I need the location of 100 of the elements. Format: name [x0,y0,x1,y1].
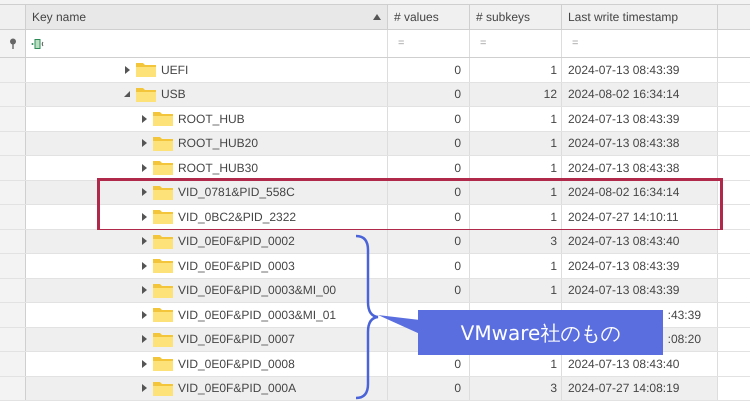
expand-arrow-icon[interactable] [141,212,148,221]
timestamp: :08:20 [668,331,701,348]
table-row[interactable]: ROOT_HUB 0 1 2024-07-13 08:43:39 [0,107,750,132]
expand-arrow-icon[interactable] [141,139,148,148]
timestamp: 2024-08-02 16:34:14 [568,184,680,202]
values-count: 0 [454,233,461,250]
timestamp: 2024-07-13 08:43:40 [568,356,680,373]
subkeys-count: 1 [550,208,557,226]
table-row[interactable]: USB 0 12 2024-08-02 16:34:14 [0,82,750,107]
subkeys-count: 12 [544,86,557,104]
folder-icon [152,330,174,348]
folder-icon [152,282,174,299]
expand-arrow-icon[interactable] [141,360,148,368]
sort-ascending-icon [373,14,381,20]
table-row[interactable]: ROOT_HUB30 0 1 2024-07-13 08:43:38 [0,156,750,180]
subkeys-count: 1 [550,160,557,177]
subkeys-count: 1 [550,62,557,79]
subkeys-count: 1 [550,282,557,300]
timestamp: 2024-07-13 08:43:39 [568,258,680,275]
expand-arrow-icon[interactable] [141,335,148,344]
timestamp: 2024-07-13 08:43:39 [568,110,680,128]
folder-icon [152,306,174,324]
table-row[interactable]: VID_0E0F&PID_0008 0 1 2024-07-13 08:43:40 [0,352,750,376]
key-name[interactable]: ROOT_HUB20 [178,134,258,152]
values-count: 0 [454,135,461,152]
folder-icon [135,86,157,103]
column-header[interactable]: # subkeys [470,5,562,29]
subkeys-count: 1 [550,184,557,202]
key-name[interactable]: VID_0E0F&PID_0003&MI_00 [178,281,336,300]
expand-arrow-icon[interactable] [141,188,148,196]
expand-arrow-icon[interactable] [141,262,148,270]
key-name[interactable]: VID_0E0F&PID_0003&MI_01 [178,306,336,324]
subkeys-count: 1 [550,110,557,128]
folder-icon [152,184,174,201]
folder-icon [152,208,174,226]
table-row[interactable]: VID_0E0F&PID_0003 0 1 2024-07-13 08:43:39 [0,254,750,278]
expand-arrow-icon[interactable] [141,164,148,172]
table-row[interactable]: VID_0781&PID_558C 0 1 2024-08-02 16:34:14 [0,180,750,205]
key-name[interactable]: ROOT_HUB30 [178,158,258,177]
pin-icon[interactable] [8,38,16,50]
timestamp: 2024-07-27 14:08:19 [568,380,680,398]
column-header[interactable]: # values [388,5,470,29]
expand-arrow-icon[interactable] [124,66,131,74]
timestamp: :43:39 [668,306,701,324]
values-count: 0 [454,282,461,300]
folder-icon [152,257,174,274]
folder-icon [152,355,174,372]
column-header[interactable]: Key name [26,5,388,29]
key-name[interactable]: VID_0781&PID_558C [178,183,295,202]
values-count: 0 [454,110,461,128]
table-row[interactable]: VID_0E0F&PID_0003&MI_00 0 1 2024-07-13 08:43:39 [0,278,750,303]
timestamp: 2024-07-13 08:43:39 [568,282,680,300]
subkeys-count: 1 [550,356,557,373]
folder-icon [135,61,157,78]
values-count: 0 [454,208,461,226]
expand-arrow-icon[interactable] [141,237,148,246]
values-count: 0 [454,86,461,104]
subkeys-count: 1 [550,135,557,152]
timestamp: 2024-07-13 08:43:39 [568,62,680,79]
text-filter-icon[interactable] [31,38,45,48]
folder-icon [152,134,174,152]
expand-arrow-icon[interactable] [141,310,148,319]
timestamp: 2024-07-13 08:43:38 [568,160,680,177]
values-count: 0 [454,380,461,398]
table-row[interactable]: ROOT_HUB20 0 1 2024-07-13 08:43:38 [0,132,750,156]
timestamp: 2024-08-02 16:34:14 [568,86,680,104]
subkeys-count: 1 [550,258,557,275]
table-row[interactable]: VID_0E0F&PID_000A 0 3 2024-07-27 14:08:19 [0,376,750,401]
callout: VMware社のもの [418,310,663,355]
expand-arrow-icon[interactable] [141,114,148,123]
key-name[interactable]: VID_0E0F&PID_000A [178,379,296,398]
expand-arrow-icon[interactable] [141,286,148,294]
key-name[interactable]: ROOT_HUB [178,110,245,128]
timestamp: 2024-07-13 08:43:40 [568,233,680,250]
subkeys-count: 3 [550,380,557,398]
folder-icon [152,380,174,397]
key-name[interactable]: VID_0E0F&PID_0002 [178,232,295,250]
table-row[interactable]: VID_0E0F&PID_0002 0 3 2024-07-13 08:43:40 [0,230,750,254]
folder-icon [152,159,174,176]
table-row[interactable]: VID_0BC2&PID_2322 0 1 2024-07-27 14:10:11 [0,205,750,230]
table-row[interactable]: UEFI 0 1 2024-07-13 08:43:39 [0,58,750,82]
folder-icon [152,232,174,250]
key-name[interactable]: VID_0BC2&PID_2322 [178,208,296,226]
timestamp: 2024-07-13 08:43:38 [568,135,680,152]
collapse-arrow-icon[interactable] [124,90,131,98]
key-name[interactable]: USB [161,85,186,104]
column-header[interactable]: Last write timestamp [562,5,718,29]
values-count: 0 [454,160,461,177]
values-count: 0 [454,356,461,373]
key-name[interactable]: VID_0E0F&PID_0008 [178,354,295,373]
subkeys-count: 3 [550,233,557,250]
key-name[interactable]: VID_0E0F&PID_0003 [178,256,295,275]
key-name[interactable]: UEFI [161,60,188,79]
folder-icon [152,110,174,128]
timestamp: 2024-07-27 14:10:11 [568,208,679,226]
key-name[interactable]: VID_0E0F&PID_0007 [178,330,295,348]
values-count: 0 [454,62,461,79]
values-count: 0 [454,258,461,275]
expand-arrow-icon[interactable] [141,384,148,392]
values-count: 0 [454,184,461,202]
